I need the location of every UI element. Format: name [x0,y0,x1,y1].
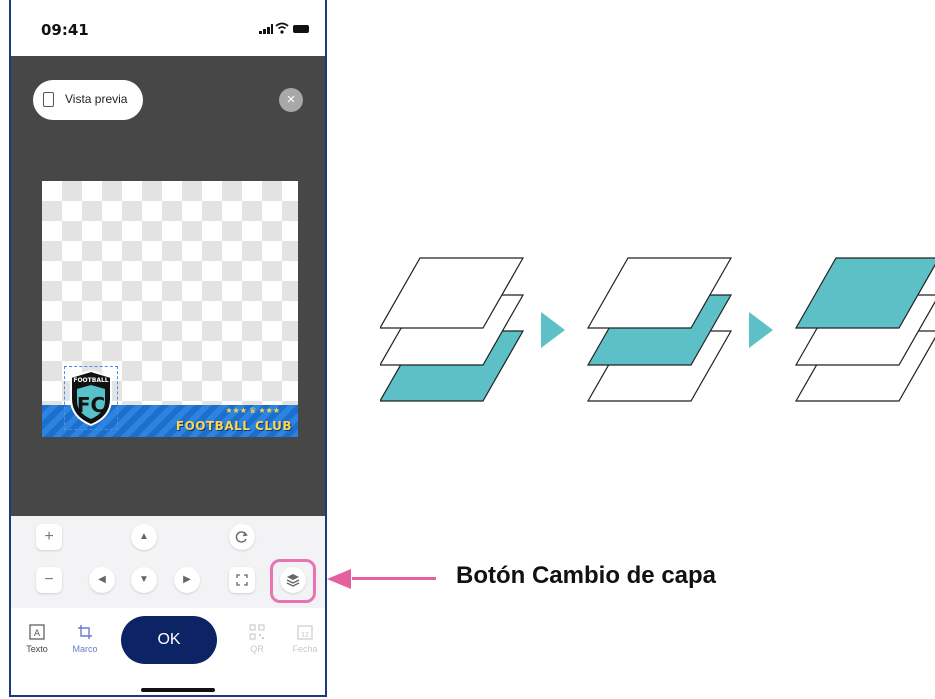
tab-texto[interactable]: A Texto [15,624,59,654]
pointer-arrow-line [352,577,436,580]
fit-button[interactable] [229,567,255,593]
rotate-button[interactable] [229,524,255,550]
pointer-arrow-head [327,569,351,589]
text-icon: A [29,624,45,640]
tab-qr-label: QR [250,644,264,654]
battery-icon [293,25,309,33]
tab-texto-label: Texto [26,644,48,654]
layer-button-highlight [270,559,316,603]
tab-marco-label: Marco [72,644,98,654]
banner-text: FOOTBALL CLUB [175,419,292,433]
crop-icon [78,625,92,639]
rotate-icon [235,531,248,543]
zoom-out-button[interactable]: − [36,567,62,593]
tab-fecha[interactable]: 12 Fecha [283,624,325,654]
svg-text:A: A [34,629,41,639]
bottom-toolbar: A Texto Marco OK QR 12 Fecha [11,608,325,695]
tab-qr[interactable]: QR [235,624,279,654]
status-time: 09:41 [41,21,89,39]
badge-top-text: FOOTBALL [73,377,108,384]
design-canvas[interactable]: ★★★ ♛ ★★★ FOOTBALL CLUB FOOTBALL FC [42,181,298,437]
stage-arrow-2 [749,312,773,348]
phone-screen: 09:41 Vista previa × ★★★ ♛ ★★★ FOOTBALL … [9,0,327,697]
banner-stars: ★★★ ♛ ★★★ [225,406,280,415]
control-panel: + ▲ − ◀ ▼ ▶ [11,516,325,608]
ok-button[interactable]: OK [121,616,217,664]
zoom-in-button[interactable]: + [36,524,62,550]
tab-marco[interactable]: Marco [63,624,107,654]
fit-icon [236,574,248,586]
club-badge[interactable]: FOOTBALL FC [64,366,118,430]
badge-letters: FC [77,393,105,417]
move-down-button[interactable]: ▼ [131,567,157,593]
preview-label: Vista previa [65,92,128,106]
layer-button-caption: Botón Cambio de capa [456,562,717,589]
tab-fecha-label: Fecha [292,644,318,654]
close-button[interactable]: × [279,88,303,112]
move-right-button[interactable]: ▶ [174,567,200,593]
stage-arrow-1 [541,312,565,348]
calendar-day: 12 [301,632,309,639]
home-indicator [141,688,215,692]
wifi-icon [275,22,289,34]
editor-area: Vista previa × ★★★ ♛ ★★★ FOOTBALL CLUB F… [11,56,325,516]
signal-icon [259,24,273,34]
calendar-icon: 12 [297,625,313,640]
layer-order-diagram [380,257,935,402]
move-up-button[interactable]: ▲ [131,524,157,550]
shield-icon: FOOTBALL FC [70,369,112,427]
preview-button[interactable]: Vista previa [33,80,143,120]
status-bar: 09:41 [11,0,325,56]
qr-icon [249,624,265,640]
move-left-button[interactable]: ◀ [89,567,115,593]
phone-preview-icon [43,92,54,107]
